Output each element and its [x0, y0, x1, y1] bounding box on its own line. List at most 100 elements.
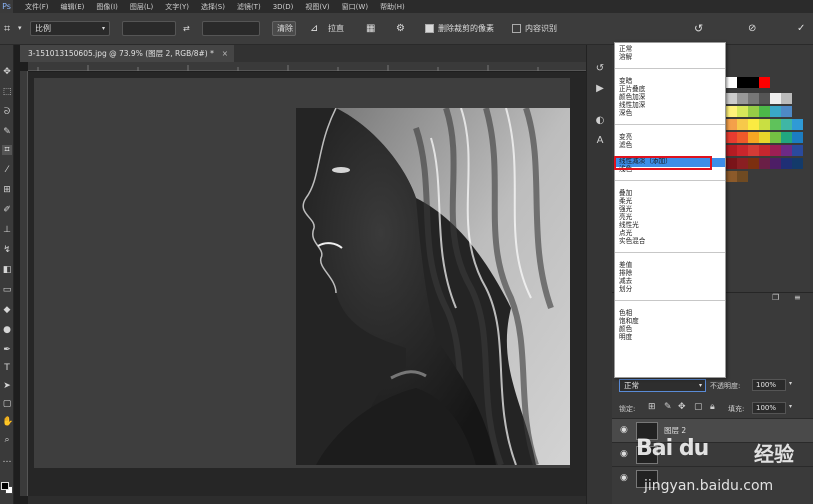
- layer-name[interactable]: 图层 2: [664, 425, 686, 436]
- color-swatch[interactable]: [770, 132, 781, 143]
- chevron-down-icon[interactable]: ▾: [18, 21, 22, 36]
- crop-width-input[interactable]: [122, 21, 176, 36]
- adjust-panel-icon[interactable]: ◐: [594, 115, 606, 127]
- blend-mode-select[interactable]: 正常 ▾: [619, 379, 706, 392]
- blend-mode-option[interactable]: 色相: [619, 309, 632, 317]
- opacity-input[interactable]: 100%: [752, 379, 786, 391]
- blend-mode-option[interactable]: 深色: [619, 109, 632, 117]
- fill-input[interactable]: 100%: [752, 402, 786, 414]
- eyedropper-tool-icon[interactable]: ⁄: [2, 165, 12, 175]
- color-swatch[interactable]: [748, 77, 759, 88]
- lasso-tool-icon[interactable]: ᘐ: [2, 107, 12, 117]
- eraser-tool-icon[interactable]: ◧: [2, 265, 12, 275]
- blend-mode-option[interactable]: 叠加: [619, 189, 632, 197]
- gradient-tool-icon[interactable]: ▭: [2, 285, 12, 295]
- color-swatch[interactable]: [726, 158, 737, 169]
- color-swatch[interactable]: [759, 77, 770, 88]
- blend-mode-option[interactable]: 减去: [619, 277, 632, 285]
- delete-cropped-checkbox[interactable]: [425, 24, 434, 39]
- color-swatch[interactable]: [781, 93, 792, 104]
- crop-tool-icon[interactable]: ⌗: [4, 21, 10, 36]
- color-swatch[interactable]: [759, 93, 770, 104]
- color-swatch[interactable]: [770, 106, 781, 117]
- color-swatch[interactable]: [737, 93, 748, 104]
- color-swatch[interactable]: [737, 132, 748, 143]
- blend-mode-option[interactable]: 柔光: [619, 197, 632, 205]
- blend-mode-option[interactable]: 实色混合: [619, 237, 645, 245]
- color-swatch[interactable]: [770, 158, 781, 169]
- chevron-down-icon[interactable]: ▾: [789, 380, 792, 387]
- character-panel-icon[interactable]: A: [594, 135, 606, 147]
- horizontal-ruler[interactable]: [28, 62, 612, 71]
- color-swatch[interactable]: [737, 158, 748, 169]
- content-aware-checkbox[interactable]: [512, 24, 521, 39]
- overlay-grid-icon[interactable]: ▦: [366, 21, 375, 36]
- history-panel-icon[interactable]: ↺: [594, 63, 606, 75]
- blend-mode-option[interactable]: 颜色: [619, 325, 632, 333]
- color-swatch[interactable]: [737, 77, 748, 88]
- blend-mode-option[interactable]: 排除: [619, 269, 632, 277]
- type-tool-icon[interactable]: T: [2, 363, 12, 373]
- visibility-eye-icon[interactable]: ◉: [620, 473, 628, 483]
- straighten-icon[interactable]: ⊿: [310, 21, 318, 36]
- color-swatch[interactable]: [726, 145, 737, 156]
- color-swatch[interactable]: [770, 119, 781, 130]
- color-swatch[interactable]: [726, 106, 737, 117]
- color-swatch[interactable]: [737, 145, 748, 156]
- color-swatch[interactable]: [792, 119, 803, 130]
- color-swatch[interactable]: [781, 106, 792, 117]
- blend-mode-option[interactable]: 饱和度: [619, 317, 639, 325]
- color-swatch[interactable]: [726, 93, 737, 104]
- blend-mode-option[interactable]: 点光: [619, 229, 632, 237]
- menu-layer[interactable]: 图层(L): [124, 2, 159, 12]
- lock-transparent-icon[interactable]: ⊞: [648, 402, 656, 412]
- color-swatch[interactable]: [748, 158, 759, 169]
- color-swatch[interactable]: [759, 119, 770, 130]
- zoom-tool-icon[interactable]: ⌕: [2, 435, 12, 445]
- color-swatch[interactable]: [737, 119, 748, 130]
- straighten-label[interactable]: 拉直: [328, 21, 344, 36]
- color-swatch[interactable]: [737, 106, 748, 117]
- color-swatch[interactable]: [781, 119, 792, 130]
- menu-edit[interactable]: 编辑(E): [55, 2, 91, 12]
- close-icon[interactable]: ×: [222, 45, 228, 62]
- crop-tool-icon[interactable]: ⌗: [2, 145, 12, 155]
- color-swatch[interactable]: [792, 132, 803, 143]
- lock-all-icon[interactable]: 🔒︎: [710, 402, 715, 412]
- color-swatch[interactable]: [748, 119, 759, 130]
- color-swatch[interactable]: [759, 106, 770, 117]
- menu-file[interactable]: 文件(F): [19, 2, 55, 12]
- dodge-tool-icon[interactable]: ●: [2, 325, 12, 335]
- menu-help[interactable]: 帮助(H): [374, 2, 411, 12]
- swap-icon[interactable]: ⇄: [183, 21, 190, 36]
- color-swatch[interactable]: [748, 93, 759, 104]
- color-swatch[interactable]: [792, 145, 803, 156]
- color-swatch[interactable]: [781, 158, 792, 169]
- shape-tool-icon[interactable]: ▢: [2, 399, 12, 409]
- document-image[interactable]: [296, 108, 570, 465]
- color-swatch[interactable]: [726, 119, 737, 130]
- reset-icon[interactable]: ↺: [694, 21, 703, 36]
- color-swatch[interactable]: [759, 145, 770, 156]
- blur-tool-icon[interactable]: ◆: [2, 305, 12, 315]
- color-swatch[interactable]: [737, 171, 748, 182]
- color-swatch[interactable]: [726, 132, 737, 143]
- blend-mode-option[interactable]: 线性加深: [619, 101, 645, 109]
- stamp-tool-icon[interactable]: ⊥: [2, 225, 12, 235]
- visibility-eye-icon[interactable]: ◉: [620, 449, 628, 459]
- chevron-down-icon[interactable]: ▾: [789, 403, 792, 410]
- cancel-icon[interactable]: ⊘: [748, 21, 756, 36]
- color-swatch[interactable]: [792, 158, 803, 169]
- brush-tool-icon[interactable]: ✐: [2, 205, 12, 215]
- blend-mode-option[interactable]: 变亮: [619, 133, 632, 141]
- lock-position-icon[interactable]: ✥: [678, 402, 686, 412]
- marquee-tool-icon[interactable]: ⬚: [2, 87, 12, 97]
- foreground-color-swatch[interactable]: [1, 482, 9, 490]
- panel-menu-icon[interactable]: ≡: [794, 293, 801, 302]
- blend-mode-option[interactable]: 颜色加深: [619, 93, 645, 101]
- menu-filter[interactable]: 滤镜(T): [231, 2, 267, 12]
- color-swatch[interactable]: [726, 171, 737, 182]
- color-swatch[interactable]: [748, 106, 759, 117]
- crop-height-input[interactable]: [202, 21, 260, 36]
- menu-type[interactable]: 文字(Y): [159, 2, 195, 12]
